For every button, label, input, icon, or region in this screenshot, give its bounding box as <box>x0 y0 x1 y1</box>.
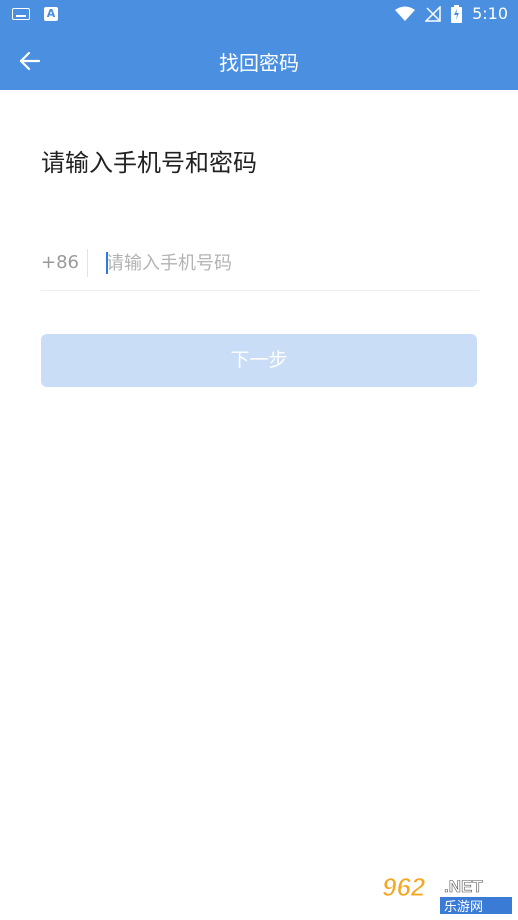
phone-field-row: +86 <box>41 240 479 291</box>
svg-text:乐游网: 乐游网 <box>444 900 483 915</box>
battery-charging-icon <box>451 4 463 23</box>
status-bar: A 5:10 <box>0 0 518 30</box>
phone-input[interactable] <box>106 246 476 280</box>
no-signal-icon <box>425 5 441 22</box>
wifi-icon <box>395 6 416 22</box>
app-bar: 找回密码 <box>0 30 518 90</box>
keyboard-icon <box>12 8 30 20</box>
page-title: 找回密码 <box>219 51 299 75</box>
find-password-screen: A 5:10 找回密码 请输入手机号和密码 +86 请输入手机号码 下一步 96… <box>0 0 518 920</box>
watermark-logo: 962 .NET 乐游网 <box>378 870 514 916</box>
status-bar-right: 5:10 <box>395 4 508 23</box>
status-time: 5:10 <box>472 4 508 23</box>
divider <box>87 249 88 277</box>
next-button[interactable]: 下一步 <box>41 334 477 387</box>
svg-text:962: 962 <box>382 872 426 902</box>
text-caret <box>106 252 108 274</box>
status-bar-left: A <box>12 7 58 21</box>
svg-text:.NET: .NET <box>444 877 483 896</box>
country-code-selector[interactable]: +86 <box>41 252 79 273</box>
form-heading: 请输入手机号和密码 <box>41 149 257 177</box>
a-app-icon: A <box>44 7 58 21</box>
